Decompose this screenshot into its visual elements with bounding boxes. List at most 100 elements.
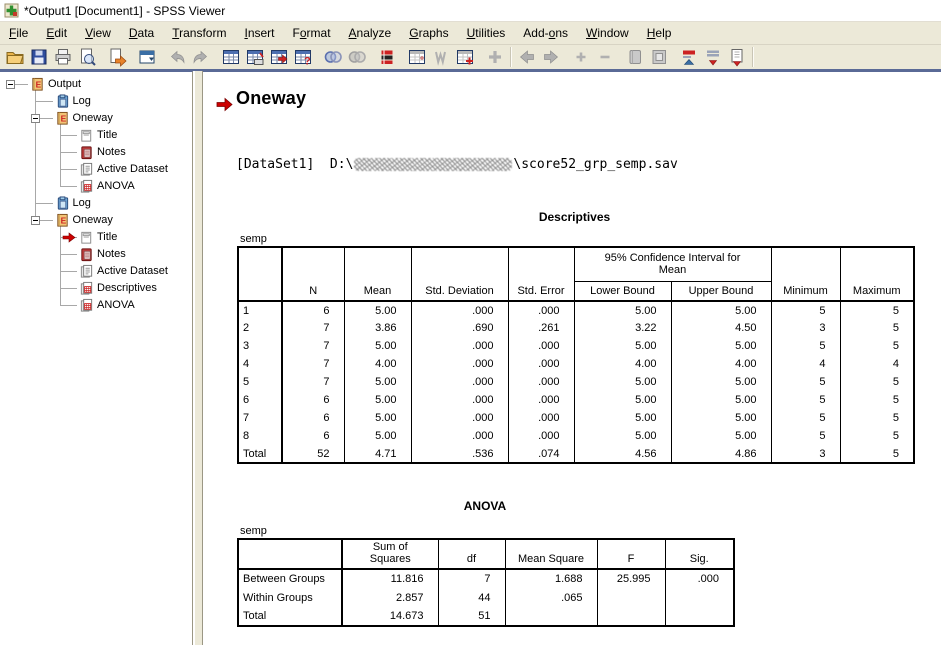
tree-collapse-toggle[interactable] (31, 114, 40, 123)
show-results-button[interactable] (405, 46, 429, 69)
data-cell: 51 (438, 607, 505, 626)
promote-item-button[interactable] (677, 46, 701, 69)
menu-window[interactable]: Window (577, 22, 638, 44)
menu-transform[interactable]: Transform (163, 22, 235, 44)
redo-button[interactable] (189, 46, 213, 69)
menu-utilities[interactable]: Utilities (458, 22, 515, 44)
export-button[interactable] (105, 46, 129, 69)
print-preview-button[interactable] (75, 46, 99, 69)
col-header-std-error: Std. Error (508, 247, 574, 301)
tree-item-log[interactable]: Log (2, 93, 192, 110)
use-variable-sets-icon (377, 47, 397, 67)
use-variable-sets-button[interactable] (375, 46, 399, 69)
menu-insert[interactable]: Insert (235, 22, 283, 44)
menu-analyze[interactable]: Analyze (340, 22, 401, 44)
tree-item-title[interactable]: Title (2, 127, 192, 144)
tree-item-anova[interactable]: ANOVA (2, 297, 192, 314)
menu-format[interactable]: Format (284, 22, 340, 44)
value-labels-button[interactable] (429, 46, 453, 69)
log-icon (55, 94, 70, 109)
menu-view[interactable]: View (76, 22, 120, 44)
svg-text:?: ? (304, 56, 311, 68)
data-cell: 5 (840, 337, 914, 355)
designate-window-icon (485, 47, 505, 67)
tree-item-oneway[interactable]: EOneway (2, 110, 192, 127)
tree-item-active-dataset[interactable]: Active Dataset (2, 161, 192, 178)
open-file-icon (5, 47, 25, 67)
tree-connector (60, 305, 77, 306)
menu-file[interactable]: File (0, 22, 37, 44)
undo-button[interactable] (165, 46, 189, 69)
data-cell: 3.86 (344, 319, 411, 337)
col-header-mean: Mean (344, 247, 411, 301)
select-cases-button[interactable] (345, 46, 369, 69)
data-cell: 4.71 (344, 445, 411, 463)
save-button[interactable] (27, 46, 51, 69)
show-item-icon (625, 47, 645, 67)
tree-item-title[interactable]: Title (2, 229, 192, 246)
table-row: 665.00.000.0005.005.0055 (238, 391, 914, 409)
tree-item-anova[interactable]: ANOVA (2, 178, 192, 195)
variables-button[interactable] (267, 46, 291, 69)
menu-edit[interactable]: Edit (37, 22, 76, 44)
demote-item-button[interactable] (701, 46, 725, 69)
data-cell (665, 588, 734, 607)
tree-item-oneway[interactable]: EOneway (2, 212, 192, 229)
data-cell: 5.00 (344, 391, 411, 409)
data-cell: .536 (411, 445, 508, 463)
data-cell: 5 (840, 319, 914, 337)
menu-graphs[interactable]: Graphs (400, 22, 457, 44)
tree-collapse-toggle[interactable] (6, 80, 15, 89)
insert-object-button[interactable] (725, 46, 749, 69)
variable-info-button[interactable]: ? (291, 46, 315, 69)
row-label: 5 (238, 373, 282, 391)
menu-help[interactable]: Help (638, 22, 681, 44)
log-icon (55, 196, 70, 211)
data-cell: .000 (411, 337, 508, 355)
panel-splitter[interactable] (194, 71, 203, 645)
designate-window-button[interactable] (483, 46, 507, 69)
previous-item-button[interactable] (515, 46, 539, 69)
tree-item-active-dataset[interactable]: Active Dataset (2, 263, 192, 280)
menu-add-ons[interactable]: Add-ons (514, 22, 577, 44)
insert-cases-icon (455, 47, 475, 67)
open-file-button[interactable] (3, 46, 27, 69)
redacted-path-scribble (354, 158, 512, 171)
collapse-item-button[interactable] (593, 46, 617, 69)
data-cell: 5.00 (671, 373, 771, 391)
outline-tree: EOutputLogEOnewayTitleNotesActive Datase… (2, 76, 192, 645)
dialog-recall-button[interactable] (135, 46, 159, 69)
tree-item-label: Active Dataset (97, 163, 168, 175)
table-row: 474.00.000.0004.004.0044 (238, 355, 914, 373)
data-cell: 7 (282, 337, 344, 355)
tree-item-descriptives[interactable]: Descriptives (2, 280, 192, 297)
data-cell: 5.00 (574, 427, 671, 445)
data-cell: 5.00 (344, 409, 411, 427)
goto-data-button[interactable] (219, 46, 243, 69)
tree-item-output[interactable]: EOutput (2, 76, 192, 93)
tree-connector (60, 169, 77, 170)
row-label: Total (238, 445, 282, 463)
insert-cases-button[interactable] (453, 46, 477, 69)
tree-connector (15, 84, 28, 85)
tree-item-label: Descriptives (97, 282, 157, 294)
data-cell: 4.00 (574, 355, 671, 373)
find-button[interactable] (321, 46, 345, 69)
data-cell: 2.857 (342, 588, 438, 607)
hide-item-button[interactable] (647, 46, 671, 69)
data-cell: 5.00 (671, 337, 771, 355)
tree-item-notes[interactable]: Notes (2, 246, 192, 263)
data-cell: 5 (771, 391, 840, 409)
print-button[interactable] (51, 46, 75, 69)
expand-item-button[interactable] (569, 46, 593, 69)
row-label: 4 (238, 355, 282, 373)
goto-case-button[interactable] (243, 46, 267, 69)
menu-data[interactable]: Data (120, 22, 163, 44)
next-item-button[interactable] (539, 46, 563, 69)
tree-collapse-toggle[interactable] (31, 216, 40, 225)
tree-item-notes[interactable]: Notes (2, 144, 192, 161)
data-cell: 5 (771, 301, 840, 319)
row-label: 1 (238, 301, 282, 319)
show-item-button[interactable] (623, 46, 647, 69)
tree-item-log[interactable]: Log (2, 195, 192, 212)
